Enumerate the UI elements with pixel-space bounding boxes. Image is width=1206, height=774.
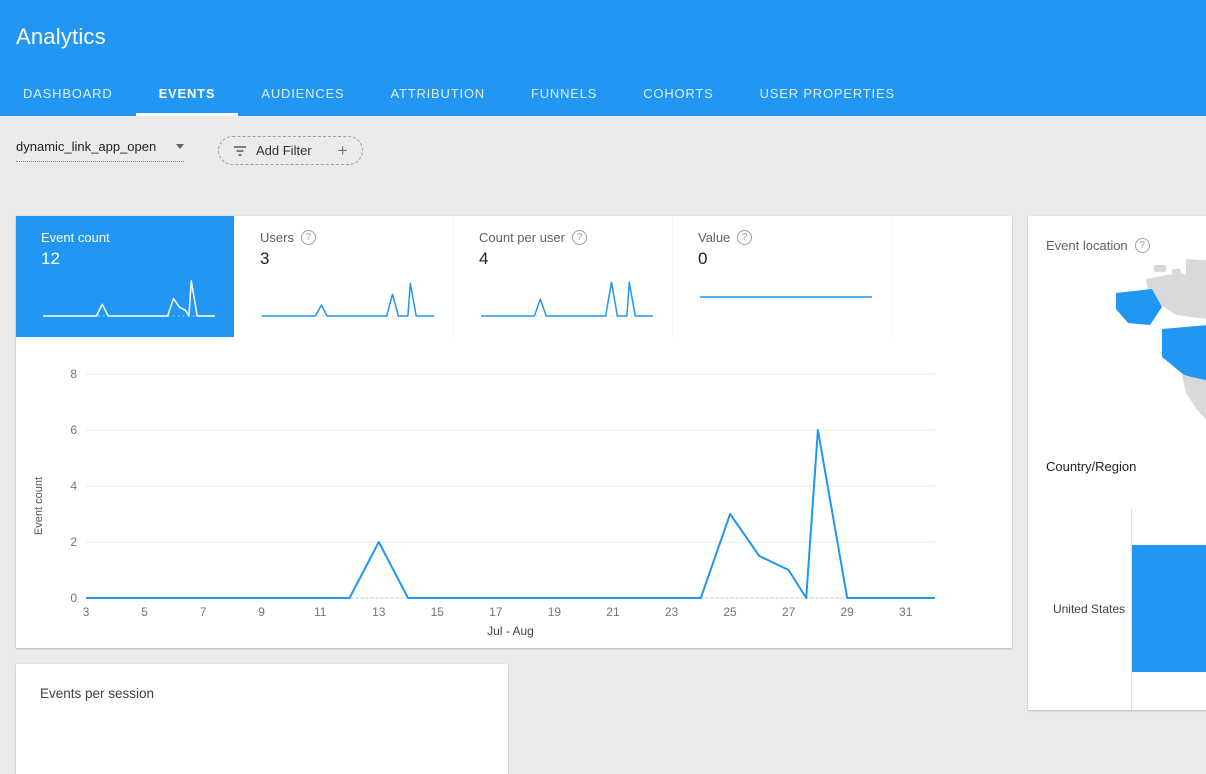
filter-icon (233, 145, 247, 157)
add-filter-button[interactable]: Add Filter + (218, 136, 363, 165)
tile-label: Users (260, 230, 294, 245)
svg-text:8: 8 (70, 367, 77, 381)
tile-value: 3 (260, 249, 435, 269)
tile-value: 4 (479, 249, 654, 269)
tile-value: 12 (41, 249, 216, 269)
events-overview-card: Event count 12 Users? 3 Count per user? 4 Valu… (16, 216, 1012, 648)
help-icon[interactable]: ? (737, 230, 752, 245)
svg-text:29: 29 (840, 605, 854, 619)
tab-events[interactable]: EVENTS (136, 70, 239, 116)
page-title: Analytics (0, 0, 1206, 50)
event-selector-dropdown[interactable]: dynamic_link_app_open (16, 139, 184, 162)
tab-funnels[interactable]: FUNNELS (508, 70, 620, 116)
sparkline-event_count (41, 274, 216, 320)
svg-text:31: 31 (899, 605, 913, 619)
united-states-bar (1132, 545, 1206, 672)
tab-attribution[interactable]: ATTRIBUTION (367, 70, 508, 116)
event-location-title: Event location (1046, 238, 1128, 253)
help-icon[interactable]: ? (1135, 238, 1150, 253)
north-america-map (1058, 259, 1206, 444)
add-filter-label: Add Filter (256, 143, 312, 158)
svg-text:17: 17 (489, 605, 503, 619)
tab-audiences[interactable]: AUDIENCES (238, 70, 367, 116)
chevron-down-icon (176, 144, 184, 149)
tab-dashboard[interactable]: DASHBOARD (0, 70, 136, 116)
svg-text:21: 21 (606, 605, 620, 619)
event-location-map (1028, 259, 1206, 449)
y-axis-title: Event count (28, 362, 50, 649)
metric-tile-users[interactable]: Users? 3 (235, 216, 454, 337)
map-united-states (1162, 325, 1206, 383)
tile-label: Event count (41, 230, 110, 245)
sparkline-value (698, 274, 873, 320)
country-bar-chart: United States (1028, 508, 1206, 710)
map-mexico (1182, 375, 1206, 429)
metric-tiles: Event count 12 Users? 3 Count per user? 4 Valu… (16, 216, 1012, 337)
metric-tile-event_count[interactable]: Event count 12 (16, 216, 235, 337)
tab-bar: DASHBOARDEVENTSAUDIENCESATTRIBUTIONFUNNE… (0, 70, 1206, 116)
plus-icon: + (338, 144, 348, 157)
svg-text:5: 5 (141, 605, 148, 619)
event-count-trend-chart: 0 2 4 6 8 3 5 7 9 11 13 15 17 19 21 23 25 27 29 31 Jul - Aug (50, 362, 955, 649)
help-icon[interactable]: ? (572, 230, 587, 245)
tile-label: Value (698, 230, 730, 245)
svg-text:9: 9 (258, 605, 265, 619)
event-location-card: Event location ? Country/Region United S… (1028, 216, 1206, 710)
svg-text:7: 7 (200, 605, 207, 619)
svg-text:25: 25 (723, 605, 737, 619)
help-icon[interactable]: ? (301, 230, 316, 245)
svg-text:4: 4 (70, 479, 77, 493)
country-row[interactable]: United States (1028, 545, 1206, 672)
events-per-session-title: Events per session (40, 686, 154, 701)
country-region-header: Country/Region (1028, 459, 1206, 474)
svg-text:6: 6 (70, 423, 77, 437)
country-label: United States (1028, 602, 1125, 616)
svg-text:0: 0 (70, 591, 77, 605)
svg-text:2: 2 (70, 535, 77, 549)
svg-text:27: 27 (782, 605, 796, 619)
tab-user-properties[interactable]: USER PROPERTIES (737, 70, 918, 116)
svg-text:15: 15 (431, 605, 445, 619)
svg-text:23: 23 (665, 605, 679, 619)
event-selector-value: dynamic_link_app_open (16, 139, 156, 154)
svg-text:3: 3 (83, 605, 90, 619)
app-header: Analytics DASHBOARDEVENTSAUDIENCESATTRIB… (0, 0, 1206, 116)
sparkline-count_per_user (479, 274, 654, 320)
svg-text:13: 13 (372, 605, 386, 619)
tile-label: Count per user (479, 230, 565, 245)
svg-text:19: 19 (548, 605, 562, 619)
tile-value: 0 (698, 249, 873, 269)
sparkline-users (260, 274, 435, 320)
event-count-chart-area: Event count 0 2 4 6 8 3 5 7 9 11 13 15 17 19 21 23 25 27 2… (28, 362, 955, 649)
svg-text:Jul - Aug: Jul - Aug (487, 624, 534, 638)
tab-cohorts[interactable]: COHORTS (620, 70, 736, 116)
filter-bar: dynamic_link_app_open Add Filter + (0, 116, 1206, 165)
events-per-session-card: Events per session (16, 664, 508, 774)
metric-tile-count_per_user[interactable]: Count per user? 4 (454, 216, 673, 337)
svg-text:11: 11 (314, 605, 327, 619)
metric-tile-value[interactable]: Value? 0 (673, 216, 892, 337)
